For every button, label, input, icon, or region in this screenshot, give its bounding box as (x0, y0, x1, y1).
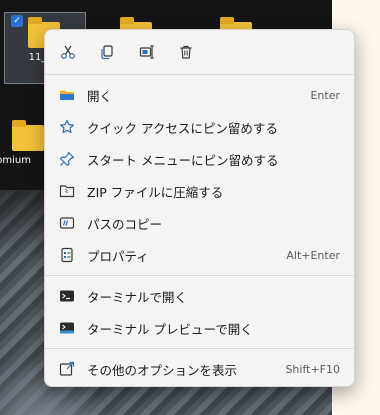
menu-item-pin-quick-access[interactable]: クイック アクセスにピン留めする (45, 111, 354, 143)
star-icon (59, 119, 75, 135)
menu-item-open[interactable]: 開く Enter (45, 79, 354, 111)
terminal-icon (59, 288, 75, 304)
menu-item-label: ターミナル プレビューで開く (87, 321, 253, 337)
menu-item-properties[interactable]: プロパティ Alt+Enter (45, 239, 354, 271)
copy-path-icon (59, 215, 75, 231)
rename-button[interactable] (135, 40, 159, 64)
menu-item-label: ターミナルで開く (87, 289, 188, 305)
menu-item-label: その他のオプションを表示 (87, 362, 238, 378)
menu-item-shortcut: Alt+Enter (286, 248, 340, 262)
menu-item-label: プロパティ (87, 248, 149, 264)
cut-button[interactable] (56, 40, 80, 64)
more-options-icon (59, 361, 75, 377)
properties-icon (59, 247, 75, 263)
copy-icon (101, 45, 113, 60)
menu-item-open-terminal-preview[interactable]: ターミナル プレビューで開く (45, 312, 354, 344)
delete-icon (180, 45, 192, 59)
menu-item-compress-zip[interactable]: ZIP ファイルに圧縮する (45, 175, 354, 207)
menu-item-label: 開く (87, 88, 113, 104)
menu-item-shortcut: Shift+F10 (285, 362, 340, 376)
menu-item-label: クイック アクセスにピン留めする (87, 120, 278, 136)
menu-toolbar (45, 30, 354, 74)
zip-icon (59, 183, 75, 199)
menu-item-shortcut: Enter (310, 88, 340, 102)
cut-icon (61, 45, 75, 59)
menu-item-label: ZIP ファイルに圧縮する (87, 184, 224, 200)
menu-item-more-options[interactable]: その他のオプションを表示 Shift+F10 (45, 353, 354, 385)
menu-item-copy-path[interactable]: パスのコピー (45, 207, 354, 239)
open-folder-icon (59, 87, 75, 103)
pin-icon (59, 151, 75, 167)
terminal-preview-icon (59, 320, 75, 336)
menu-item-label: パスのコピー (87, 216, 163, 232)
menu-item-pin-start[interactable]: スタート メニューにピン留めする (45, 143, 354, 175)
rename-icon (139, 45, 154, 59)
menu-item-label: スタート メニューにピン留めする (87, 152, 279, 168)
menu-item-open-terminal[interactable]: ターミナルで開く (45, 280, 354, 312)
delete-button[interactable] (174, 40, 198, 64)
folder-icon (12, 120, 44, 151)
context-menu: 開く Enter クイック アクセスにピン留めする スタート メニューにピン留め… (44, 29, 355, 387)
copy-button[interactable] (95, 40, 119, 64)
